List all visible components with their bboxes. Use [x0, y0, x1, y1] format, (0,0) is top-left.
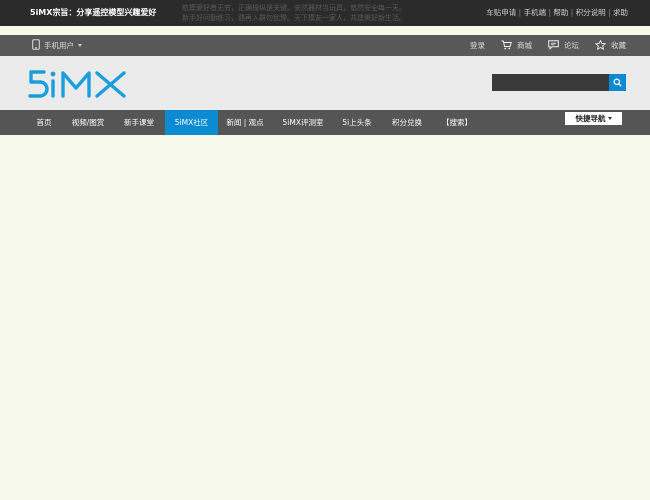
user-actions: 登录 商城 论坛 收藏	[470, 39, 626, 52]
main-content	[0, 135, 650, 500]
site-logo[interactable]	[27, 69, 129, 101]
quick-nav-label: 快捷导航	[575, 114, 606, 123]
login-link[interactable]: 登录	[470, 40, 485, 51]
mobile-user-menu[interactable]: 手机用户	[32, 39, 82, 52]
nav-item-search[interactable]: 【搜索】	[440, 110, 474, 135]
search-box	[492, 74, 626, 91]
nav-item-community[interactable]: 5iMX社区	[165, 110, 218, 135]
nav-item-points[interactable]: 积分兑换	[386, 110, 428, 135]
search-button[interactable]	[609, 74, 626, 91]
top-link-mobile[interactable]: 手机端	[524, 8, 547, 17]
mall-label: 商城	[517, 41, 532, 50]
user-bar: 手机用户 登录 商城 论坛 收藏	[0, 35, 650, 56]
top-spacer	[0, 26, 650, 35]
cart-icon	[501, 40, 512, 52]
favorite-link[interactable]: 收藏	[594, 39, 626, 52]
quick-nav-button[interactable]: 快捷导航	[565, 112, 622, 125]
chevron-down-icon	[607, 117, 612, 120]
marquee-line-1: 航模爱好者无穷，正确操纵是关键。安然器材当玩具，悠然安全每一天。	[182, 4, 406, 12]
search-icon	[613, 78, 622, 87]
site-slogan: 5iMX宗旨：分享遥控模型兴趣爱好	[30, 8, 157, 17]
5imx-logo-graphic	[28, 70, 126, 98]
phone-icon	[32, 39, 40, 52]
nav-item-newbie[interactable]: 新手课堂	[118, 110, 160, 135]
top-link-separator: |	[548, 8, 551, 17]
top-link-help[interactable]: 帮助	[553, 8, 568, 17]
top-link-separator: |	[518, 8, 522, 17]
nav-item-headline[interactable]: 5i上头条	[336, 110, 378, 135]
marquee-line-2: 新手好问勤练习，遇再入群勿犹豫。天下模友一家人，共建美好新生活。	[182, 14, 406, 22]
chevron-down-icon	[78, 44, 82, 47]
login-label: 登录	[470, 41, 485, 50]
top-links: 车贴申请 | 手机端 | 帮助 | 积分说明 | 求助	[486, 7, 628, 18]
top-link-sticker[interactable]: 车贴申请	[486, 8, 516, 17]
chat-bubble-icon	[548, 39, 559, 52]
top-link-ask[interactable]: 求助	[613, 8, 628, 17]
forum-label: 论坛	[564, 41, 579, 50]
nav-item-home[interactable]: 首页	[26, 110, 62, 135]
nav-item-news[interactable]: 新闻 | 观点	[223, 110, 267, 135]
nav-item-review[interactable]: 5iMX评测室	[280, 110, 326, 135]
nav-item-video[interactable]: 视频/图赏	[68, 110, 108, 135]
top-bar: 5iMX宗旨：分享遥控模型兴趣爱好 航模爱好者无穷，正确操纵是关键。安然器材当玩…	[0, 0, 650, 26]
mobile-user-label: 手机用户	[44, 41, 74, 50]
search-input[interactable]	[492, 74, 609, 91]
mall-link[interactable]: 商城	[501, 40, 532, 52]
main-nav: 首页 视频/图赏 新手课堂 5iMX社区 新闻 | 观点 5iMX评测室 5i上…	[0, 110, 650, 135]
favorite-label: 收藏	[611, 41, 626, 50]
site-header	[0, 56, 650, 110]
top-link-points[interactable]: 积分说明	[576, 8, 606, 17]
forum-link[interactable]: 论坛	[548, 39, 579, 52]
site-rules-marquee: 航模爱好者无穷，正确操纵是关键。安然器材当玩具，悠然安全每一天。 新手好问勤练习…	[182, 3, 406, 23]
star-icon	[594, 39, 607, 52]
